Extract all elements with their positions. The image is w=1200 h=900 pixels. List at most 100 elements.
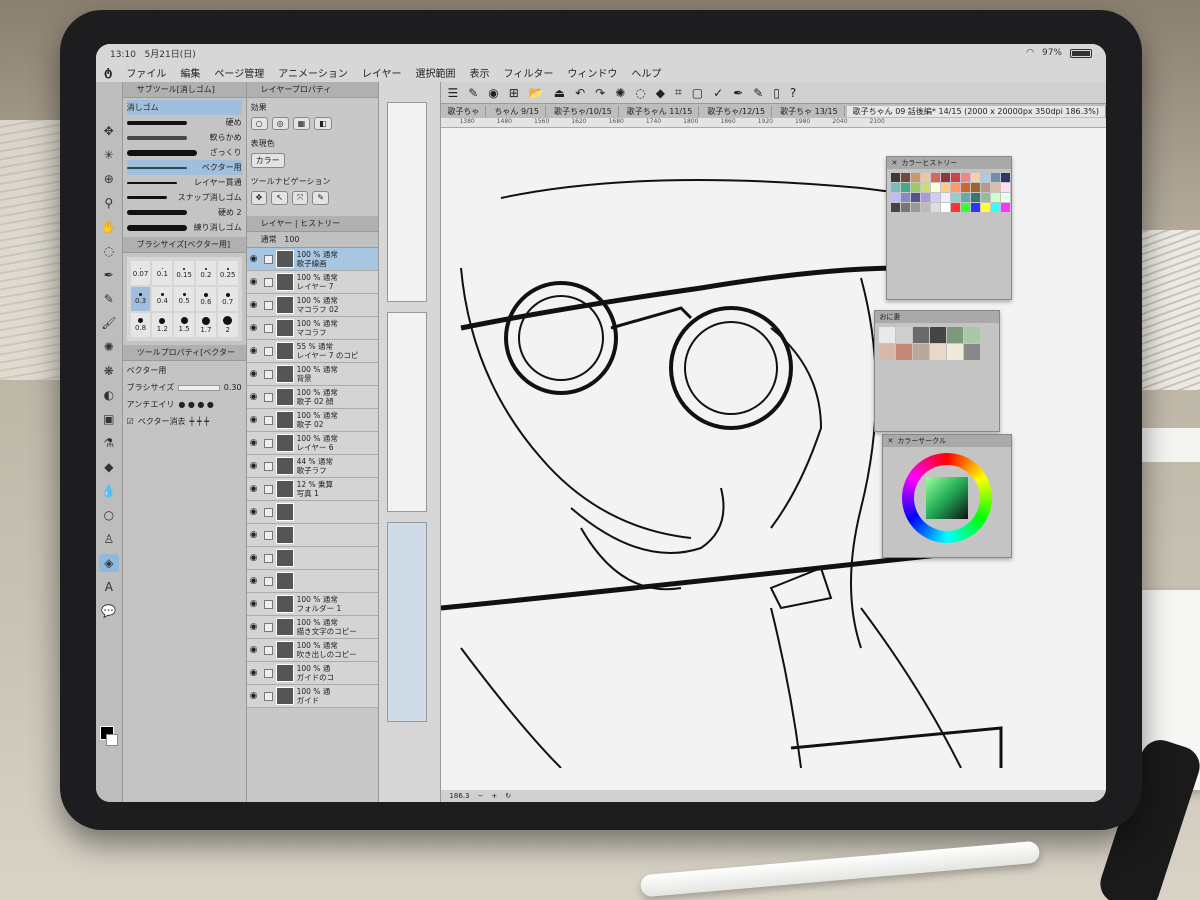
color-set-select[interactable]: おに妻 bbox=[879, 312, 900, 322]
document-tab[interactable]: 歌子ちゃ bbox=[441, 105, 487, 117]
close-icon[interactable]: ✕ bbox=[891, 159, 897, 167]
eye-icon[interactable]: ◉ bbox=[247, 507, 261, 517]
color-swatch[interactable] bbox=[911, 203, 921, 212]
layer-row[interactable]: ◉ 55 % 通常 レイヤー 7 のコピ bbox=[246, 340, 379, 363]
brushsize-option[interactable]: 1.5 bbox=[174, 313, 195, 337]
blend-icon[interactable]: ◐ bbox=[99, 386, 119, 404]
eye-icon[interactable]: ◉ bbox=[247, 622, 261, 632]
color-swatch[interactable] bbox=[947, 327, 964, 343]
layer-checkbox[interactable] bbox=[263, 691, 273, 701]
color-swatch[interactable] bbox=[941, 203, 951, 212]
color-swatch[interactable] bbox=[991, 173, 1001, 182]
color-swatch[interactable] bbox=[1001, 193, 1011, 202]
move-layer-icon[interactable]: ⊕ bbox=[99, 170, 119, 188]
brushsize-option[interactable]: 0.25 bbox=[217, 261, 238, 285]
zoom-out-icon[interactable]: − bbox=[477, 792, 483, 800]
layer-row[interactable]: ◉ 100 % 通常 レイヤー 6 bbox=[246, 432, 379, 455]
layer-checkbox[interactable] bbox=[263, 254, 273, 264]
color-swatch[interactable] bbox=[911, 193, 921, 202]
color-swatch[interactable] bbox=[991, 193, 1001, 202]
color-swatch[interactable] bbox=[891, 193, 901, 202]
color-swatch[interactable] bbox=[971, 173, 981, 182]
menu-file[interactable]: ファイル bbox=[126, 65, 166, 80]
menu-help[interactable]: ヘルプ bbox=[631, 65, 661, 80]
eye-icon[interactable]: ◉ bbox=[247, 668, 261, 678]
app-logo-icon[interactable]: ტ bbox=[104, 65, 112, 79]
brushsize-option[interactable]: 0.1 bbox=[152, 261, 173, 285]
menu-edit[interactable]: 編集 bbox=[180, 65, 200, 80]
lasso-icon[interactable]: ◌ bbox=[99, 242, 119, 260]
layer-checkbox[interactable] bbox=[263, 553, 273, 563]
color-swatch[interactable] bbox=[896, 327, 913, 343]
color-swatch[interactable] bbox=[991, 183, 1001, 192]
layer-row[interactable]: ◉ 100 % 通常 吹き出しのコピー bbox=[246, 639, 379, 662]
layer-checkbox[interactable] bbox=[263, 484, 273, 494]
tab-layer[interactable]: レイヤー bbox=[261, 218, 293, 229]
zoom-in-icon[interactable]: + bbox=[491, 792, 497, 800]
color-swatch[interactable] bbox=[1001, 173, 1011, 182]
subtool-item[interactable]: 練り消しゴム bbox=[126, 220, 242, 235]
correct-line-icon[interactable]: ♙ bbox=[99, 530, 119, 548]
color-swatch[interactable] bbox=[921, 173, 931, 182]
layer-row[interactable]: ◉ bbox=[246, 570, 379, 593]
nav-button-2[interactable]: ↖ bbox=[271, 191, 289, 205]
brushsize-option[interactable]: 0.07 bbox=[130, 261, 151, 285]
saturation-square[interactable] bbox=[926, 477, 969, 519]
layer-checkbox[interactable] bbox=[263, 346, 273, 356]
brush-settings-icon[interactable]: ✒ bbox=[733, 86, 743, 100]
subtool-item[interactable]: レイヤー貫通 bbox=[126, 175, 242, 190]
brushsize-option[interactable]: 1.2 bbox=[152, 313, 173, 337]
color-swatch[interactable] bbox=[930, 327, 947, 343]
color-swatch[interactable] bbox=[911, 183, 921, 192]
subtool-item[interactable]: 軟らかめ bbox=[126, 130, 242, 145]
text-icon[interactable]: A bbox=[99, 578, 119, 596]
eye-icon[interactable]: ◉ bbox=[247, 576, 261, 586]
layer-checkbox[interactable] bbox=[263, 461, 273, 471]
vector-erase-checkbox[interactable]: ☑ bbox=[127, 417, 134, 426]
nav-button-3[interactable]: ⤧ bbox=[292, 191, 309, 205]
eye-icon[interactable]: ◉ bbox=[247, 369, 261, 379]
layer-row[interactable]: ◉ 100 % 通常 歌子線画 bbox=[246, 248, 379, 271]
color-wheel[interactable] bbox=[902, 453, 993, 543]
eye-icon[interactable]: ◉ bbox=[247, 484, 261, 494]
color-swatch[interactable] bbox=[901, 203, 911, 212]
pen-icon[interactable]: ✒ bbox=[99, 266, 119, 284]
eye-icon[interactable]: ◉ bbox=[247, 553, 261, 563]
transform-icon[interactable]: ⌗ bbox=[675, 85, 682, 100]
fill-icon[interactable]: ◆ bbox=[99, 458, 119, 476]
effect-extract-button[interactable]: ▦ bbox=[292, 117, 311, 130]
brush-icon[interactable]: 🖌 bbox=[99, 314, 119, 332]
color-swatch[interactable] bbox=[1001, 203, 1011, 212]
menu-animation[interactable]: アニメーション bbox=[278, 65, 348, 80]
device-icon[interactable]: ▯ bbox=[773, 86, 780, 100]
color-swatch[interactable] bbox=[971, 193, 981, 202]
layer-row[interactable]: ◉ 100 % 通常 レイヤー 7 bbox=[246, 271, 379, 294]
effect-border-button[interactable]: ○ bbox=[250, 117, 268, 130]
color-swatch[interactable] bbox=[921, 183, 931, 192]
edit-icon[interactable]: ✎ bbox=[468, 86, 478, 100]
color-swatch[interactable] bbox=[941, 173, 951, 182]
eye-icon[interactable]: ◉ bbox=[247, 599, 261, 609]
color-swatch[interactable] bbox=[1001, 183, 1011, 192]
subtool-item-selected[interactable]: ベクター用 bbox=[126, 160, 242, 175]
brushsize-option[interactable]: 0.7 bbox=[217, 287, 238, 311]
layer-checkbox[interactable] bbox=[263, 645, 273, 655]
layer-row[interactable]: ◉ 100 % 通常 描き文字のコピー bbox=[246, 616, 379, 639]
layer-row[interactable]: ◉ bbox=[246, 547, 379, 570]
color-swatch[interactable] bbox=[981, 183, 991, 192]
subtool-group[interactable]: 消しゴム bbox=[126, 100, 242, 115]
nav-button-1[interactable]: ✥ bbox=[250, 191, 268, 205]
brushsize-option[interactable]: 1.7 bbox=[196, 313, 216, 337]
pencil-icon[interactable]: ✎ bbox=[99, 290, 119, 308]
color-swatch[interactable] bbox=[901, 193, 911, 202]
layer-checkbox[interactable] bbox=[263, 392, 273, 402]
new-icon[interactable]: ⊞ bbox=[509, 86, 519, 100]
balloon-icon[interactable]: 💬 bbox=[99, 602, 119, 620]
layer-checkbox[interactable] bbox=[263, 576, 273, 586]
color-swatch[interactable] bbox=[921, 193, 931, 202]
color-swatch[interactable] bbox=[891, 203, 901, 212]
layer-row[interactable]: ◉ 100 % 通ガイドのコ bbox=[246, 662, 379, 685]
airbrush-icon[interactable]: ✺ bbox=[99, 338, 119, 356]
tab-history[interactable]: ヒストリー bbox=[300, 218, 340, 229]
color-swatch[interactable] bbox=[964, 344, 981, 360]
